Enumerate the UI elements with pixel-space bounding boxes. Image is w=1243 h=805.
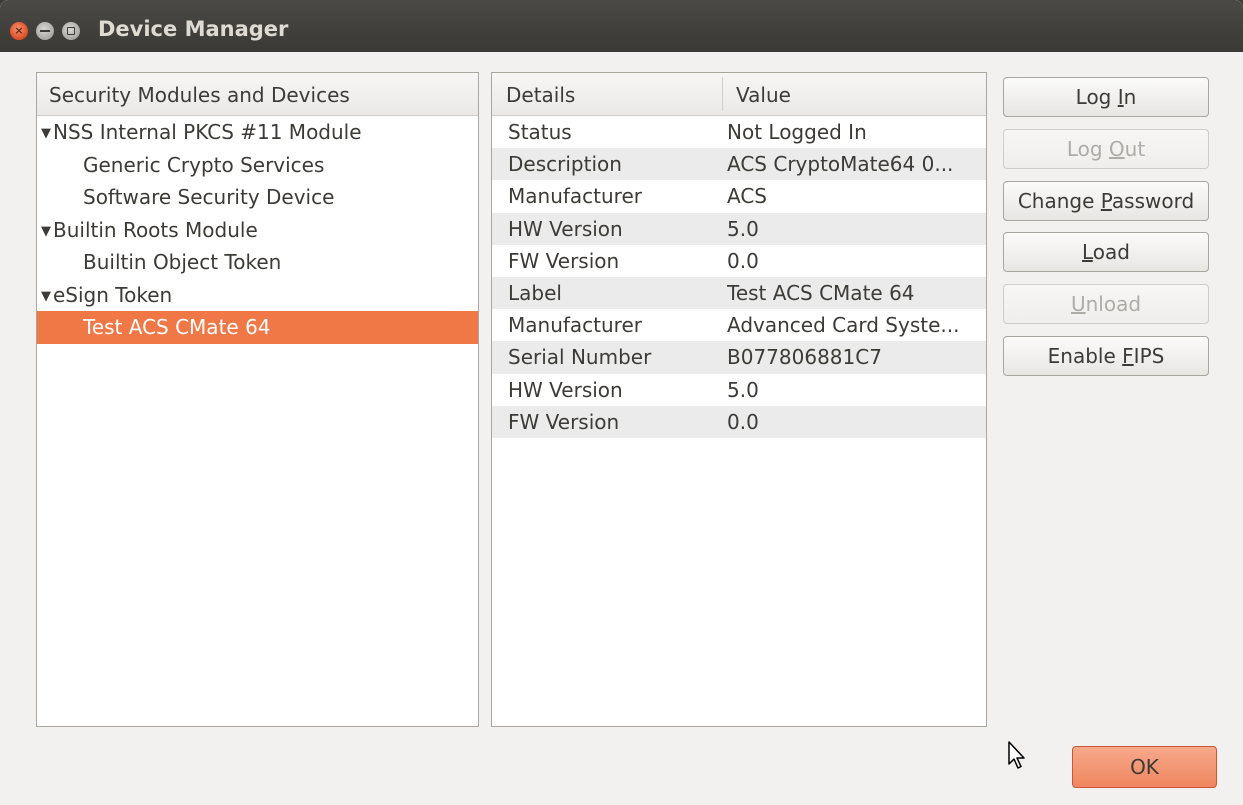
detail-value: 5.0 xyxy=(727,377,759,402)
change-password-button[interactable]: Change Password xyxy=(1003,181,1209,221)
modules-header[interactable]: Security Modules and Devices xyxy=(37,73,478,116)
button-label-part: nload xyxy=(1085,292,1142,316)
table-row[interactable]: Serial Number B077806881C7 xyxy=(492,341,986,374)
detail-value: ACS CryptoMate64 0... xyxy=(727,152,954,177)
button-label-part: ut xyxy=(1124,137,1146,161)
column-header-details[interactable]: Details xyxy=(506,83,575,107)
log-in-button[interactable]: Log In xyxy=(1003,77,1209,117)
table-row[interactable]: Manufacturer ACS xyxy=(492,180,986,212)
detail-value: Test ACS CMate 64 xyxy=(727,280,915,305)
tree-item-builtin-roots-module[interactable]: ▼ Builtin Roots Module xyxy=(37,214,478,247)
detail-value: ACS xyxy=(727,184,767,209)
window-title: Device Manager xyxy=(98,17,289,41)
detail-key: Status xyxy=(508,120,572,144)
tree-item-software-security-device[interactable]: Software Security Device xyxy=(37,181,478,214)
expand-triangle-icon[interactable]: ▼ xyxy=(41,281,53,313)
maximize-window-icon[interactable] xyxy=(62,22,80,40)
button-label-part: assword xyxy=(1111,189,1195,213)
detail-key: Manufacturer xyxy=(508,313,642,338)
button-label-part: Enable xyxy=(1047,344,1123,368)
table-row[interactable]: Manufacturer Advanced Card Syste... xyxy=(492,309,986,341)
mnemonic-letter: O xyxy=(1108,137,1125,161)
modules-header-label: Security Modules and Devices xyxy=(49,83,350,107)
tree-item-label: Generic Crypto Services xyxy=(83,152,325,177)
table-row[interactable]: HW Version 5.0 xyxy=(492,212,986,245)
button-label-part: IPS xyxy=(1133,344,1165,368)
detail-value: B077806881C7 xyxy=(727,345,882,370)
table-row[interactable]: FW Version 0.0 xyxy=(492,405,986,438)
expand-triangle-icon[interactable]: ▼ xyxy=(41,118,53,150)
title-bar: × Device Manager xyxy=(0,0,1243,52)
detail-key: HW Version xyxy=(508,377,623,402)
tree-item-label: NSS Internal PKCS #11 Module xyxy=(53,120,362,144)
details-header: Details Value xyxy=(492,73,986,116)
tree-list: ▼ NSS Internal PKCS #11 Module Generic Cr… xyxy=(37,116,478,344)
detail-value: 5.0 xyxy=(727,216,759,241)
tree-item-label: Builtin Roots Module xyxy=(53,217,258,242)
details-table[interactable]: Details Value Status Not Logged In Descri… xyxy=(491,72,987,727)
button-label-part: n xyxy=(1123,85,1137,109)
mnemonic-letter: L xyxy=(1082,240,1093,264)
button-label-part: Log xyxy=(1066,137,1109,161)
table-row[interactable]: Description ACS CryptoMate64 0... xyxy=(492,148,986,181)
modules-tree[interactable]: Security Modules and Devices ▼ NSS Intern… xyxy=(36,72,479,727)
button-label-part: Change xyxy=(1017,189,1101,213)
mouse-pointer-icon xyxy=(1008,741,1025,769)
tree-item-label: eSign Token xyxy=(53,282,173,307)
tree-item-generic-crypto-services[interactable]: Generic Crypto Services xyxy=(37,149,478,182)
detail-key: Description xyxy=(508,152,622,177)
detail-value: Advanced Card Syste... xyxy=(727,313,960,338)
detail-key: FW Version xyxy=(508,409,620,434)
table-row[interactable]: FW Version 0.0 xyxy=(492,245,986,277)
tree-item-esign-token[interactable]: ▼ eSign Token xyxy=(37,279,478,312)
detail-value: 0.0 xyxy=(727,248,759,273)
tree-item-label: Builtin Object Token xyxy=(83,250,282,274)
tree-item-label: Test ACS CMate 64 xyxy=(83,315,271,339)
detail-key: HW Version xyxy=(508,216,623,241)
table-row[interactable]: HW Version 5.0 xyxy=(492,374,986,406)
tree-item-nss-internal-module[interactable]: ▼ NSS Internal PKCS #11 Module xyxy=(37,116,478,149)
ok-button[interactable]: OK xyxy=(1072,746,1217,788)
mnemonic-letter: F xyxy=(1122,344,1134,368)
tree-item-label: Software Security Device xyxy=(83,185,335,209)
detail-key: Serial Number xyxy=(508,345,652,370)
table-row[interactable]: Label Test ACS CMate 64 xyxy=(492,276,986,310)
column-divider[interactable] xyxy=(722,77,723,111)
tree-item-test-acs-cmate-64[interactable]: Test ACS CMate 64 xyxy=(37,311,478,344)
expand-triangle-icon[interactable]: ▼ xyxy=(41,216,53,248)
unload-button: Unload xyxy=(1003,284,1209,324)
details-rows: Status Not Logged In Description ACS Crypt… xyxy=(492,116,986,438)
tree-item-builtin-object-token[interactable]: Builtin Object Token xyxy=(37,246,478,279)
detail-key: Label xyxy=(508,280,562,305)
close-window-icon[interactable]: × xyxy=(10,22,28,40)
column-header-value[interactable]: Value xyxy=(736,83,791,107)
detail-value: 0.0 xyxy=(727,409,759,434)
detail-value: Not Logged In xyxy=(727,120,867,144)
mnemonic-letter: P xyxy=(1100,189,1112,213)
detail-key: Manufacturer xyxy=(508,184,642,209)
minimize-window-icon[interactable] xyxy=(36,22,54,40)
table-row[interactable]: Status Not Logged In xyxy=(492,116,986,148)
button-label-part: oad xyxy=(1092,240,1130,264)
device-manager-window: × Device Manager Security Modules and De… xyxy=(0,0,1243,805)
log-out-button: Log Out xyxy=(1003,129,1209,169)
enable-fips-button[interactable]: Enable FIPS xyxy=(1003,336,1209,376)
button-label-part: Log xyxy=(1075,85,1118,109)
detail-key: FW Version xyxy=(508,248,620,273)
load-button[interactable]: Load xyxy=(1003,232,1209,272)
mnemonic-letter: U xyxy=(1070,292,1086,316)
